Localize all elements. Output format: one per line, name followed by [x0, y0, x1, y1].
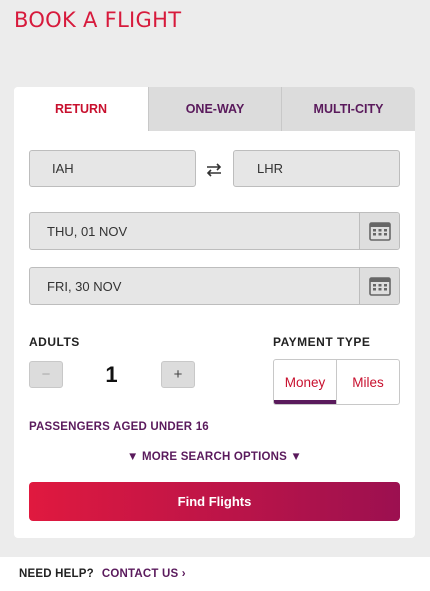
payment-miles-option[interactable]: Miles: [337, 360, 399, 404]
more-search-options-link[interactable]: ▼ MORE SEARCH OPTIONS ▼: [14, 451, 415, 463]
help-bar: NEED HELP? CONTACT US ›: [0, 557, 430, 591]
swap-arrows-icon[interactable]: [204, 162, 224, 178]
booking-card: RETURN ONE-WAY MULTI-CITY IAH LHR THU, 0…: [14, 87, 415, 538]
return-date-field[interactable]: FRI, 30 NOV: [29, 267, 400, 305]
tab-multi-city[interactable]: MULTI-CITY: [281, 87, 415, 131]
calendar-icon[interactable]: [359, 268, 399, 304]
passengers-under-16-link[interactable]: PASSENGERS AGED UNDER 16: [29, 421, 209, 433]
payment-type-toggle: Money Miles: [273, 359, 400, 405]
need-help-text: NEED HELP?: [19, 568, 94, 580]
origin-field[interactable]: IAH: [29, 150, 196, 187]
adults-label: ADULTS: [29, 335, 80, 349]
tab-one-way[interactable]: ONE-WAY: [148, 87, 281, 131]
calendar-icon[interactable]: [359, 213, 399, 249]
depart-date-value: THU, 01 NOV: [47, 223, 128, 239]
depart-date-field[interactable]: THU, 01 NOV: [29, 212, 400, 250]
adults-count: 1: [105, 362, 118, 387]
find-flights-button[interactable]: Find Flights: [29, 482, 400, 521]
destination-value: LHR: [257, 161, 284, 176]
decrease-adults-button[interactable]: −: [29, 361, 63, 388]
trip-type-tabs: RETURN ONE-WAY MULTI-CITY: [14, 87, 415, 131]
return-date-value: FRI, 30 NOV: [47, 278, 122, 294]
payment-money-option[interactable]: Money: [274, 360, 337, 404]
tab-return[interactable]: RETURN: [14, 87, 148, 131]
increase-adults-button[interactable]: +: [161, 361, 195, 388]
origin-value: IAH: [52, 161, 74, 176]
contact-us-link[interactable]: CONTACT US ›: [102, 568, 186, 580]
destination-field[interactable]: LHR: [233, 150, 400, 187]
payment-type-label: PAYMENT TYPE: [273, 335, 371, 349]
page-title: BOOK A FLIGHT: [14, 8, 182, 32]
